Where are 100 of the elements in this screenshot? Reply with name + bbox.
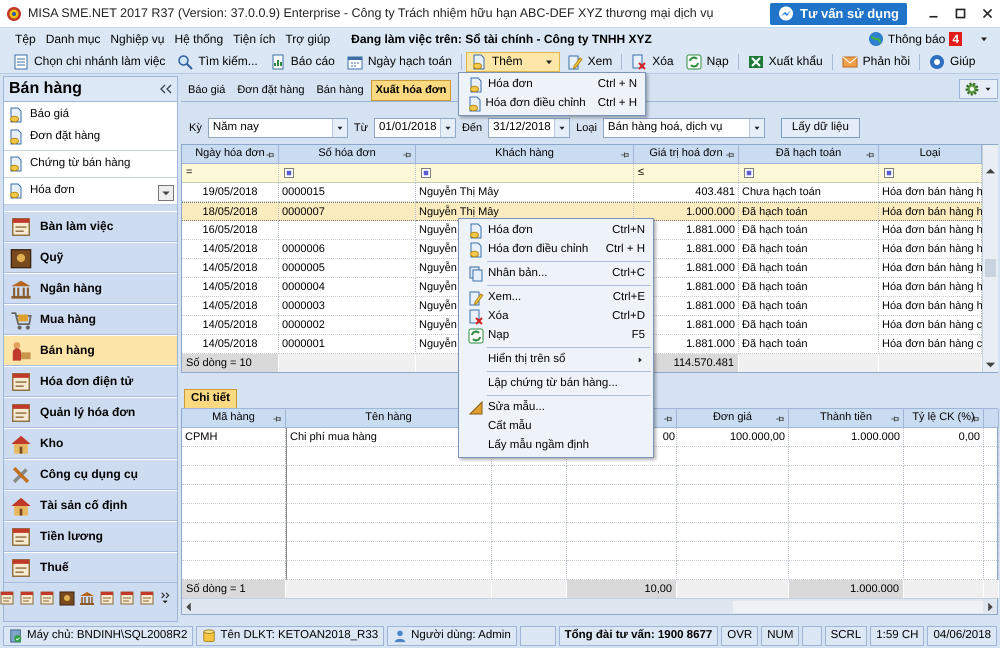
column-header[interactable]: Thành tiền [789,409,904,428]
column-header[interactable]: Tỷ lệ CK (%) [904,409,984,428]
module-item[interactable]: Bán hàng [4,335,177,366]
column-header[interactable]: Số hóa đơn [279,145,416,164]
field-label: Loại [576,121,597,136]
tab[interactable]: Đơn đặt hàng [232,80,310,101]
shortcut-item[interactable]: Báo giá [4,104,177,126]
module-item[interactable]: Ngân hàng [4,273,177,304]
table-cell: Đã hạch toán [739,240,879,259]
table-cell: 1.000.000 [634,202,739,221]
table-cell: CPMH [182,428,286,447]
shortcut-item[interactable]: Chứng từ bán hàng [4,153,177,175]
table-cell: 14/05/2018 [182,240,279,259]
tab[interactable]: Xuất hóa đơn [370,80,452,101]
table-cell: 18/05/2018 [182,202,279,221]
fetch-data-button[interactable]: Lấy dữ liệu [780,118,860,138]
field-label: Đến [462,121,482,136]
column-header[interactable]: Khách hàng [416,145,634,164]
summary-cell: 1.000.000 [789,580,904,598]
date-field[interactable]: 31/12/2018 [488,118,570,138]
toolbar-button[interactable]: Xóa [626,52,679,72]
menu-item[interactable]: Tiện ích [228,32,280,46]
table-cell: Đã hạch toán [739,202,879,221]
toolbar-button[interactable]: Chọn chi nhánh làm việc [8,52,170,72]
table-cell: Hóa đơn bán hàng h [879,202,982,221]
status-panel: OVR [721,626,758,646]
menu-item[interactable]: Hóa đơn điều chỉnh Ctrl + H [461,94,643,113]
module-item[interactable]: Bàn làm việc [4,211,177,242]
filter-operator[interactable]: = [186,166,192,180]
tab[interactable]: Chi tiết [184,389,237,408]
column-header[interactable]: Giá trị hoá đơn [634,145,739,164]
column-header[interactable]: Ngày hóa đơn [182,145,279,164]
status-panel: SCRL [824,626,868,646]
toolbar-button[interactable]: Phản hồi [836,52,916,72]
status-panel: Người dùng: Admin [387,626,517,646]
table-cell: Đã hạch toán [739,297,879,316]
toolbar-button[interactable]: Báo cáo [264,52,340,72]
module-item[interactable]: Tiền lương [4,521,177,552]
field-label: Từ [354,121,368,136]
module-item[interactable]: Công cụ dụng cụ [4,459,177,490]
module-item[interactable]: Kho [4,428,177,459]
table-cell: 100.000,00 [677,428,789,447]
tab[interactable]: Báo giá [183,80,230,101]
table-cell: 14/05/2018 [182,316,279,335]
menu-item[interactable]: Hệ thống [169,32,228,46]
status-panel: Máy chủ: BNDINH\SQL2008R2 [3,626,194,646]
table-cell: 16/05/2018 [182,221,279,240]
filter-operator[interactable]: ≤ [638,166,644,180]
column-header[interactable]: Đơn giá [677,409,789,428]
toolbar-button[interactable]: Ngày hạch toán [342,52,457,72]
module-item[interactable]: Mua hàng [4,304,177,335]
module-item[interactable]: Quỹ [4,242,177,273]
toolbar-button[interactable]: Nạp [680,52,734,72]
status-panel: 1:59 CH [870,626,924,646]
help-chat-button[interactable]: Tư vấn sử dụng [770,2,907,24]
column-header[interactable]: Loại [879,145,982,164]
table-cell: 0000002 [279,316,416,335]
shortcut-item[interactable]: Đơn đặt hàng [4,126,177,148]
table-cell: 0000005 [279,259,416,278]
menu-item[interactable]: Nghiệp vụ [105,32,170,46]
menu-item[interactable]: Hóa đơn Ctrl + N [461,75,643,94]
table-cell: Đã hạch toán [739,221,879,240]
type-dropdown[interactable]: Bán hàng hoá, dịch vụ [602,118,765,138]
hotline-panel: Tổng đài tư vấn: 1900 8677 [558,626,718,646]
menu-item[interactable]: Danh mục [40,32,106,46]
table-cell: 0000006 [279,240,416,259]
column-header[interactable]: Đã hạch toán [739,145,879,164]
menu-item[interactable]: Lập chứng từ bán hàng... [461,374,651,393]
sidebar-title: Bán hàng [9,79,82,99]
toolbar-button[interactable]: Tìm kiếm... [172,52,263,72]
column-header[interactable]: Mã hàng [182,409,286,428]
module-item[interactable]: Quản lý hóa đơn [4,397,177,428]
date-field[interactable]: 01/01/2018 [374,118,456,138]
summary-cell: Số dòng = 1 [182,580,286,598]
tab[interactable]: Bán hàng [311,80,369,101]
module-item[interactable]: Tài sản cố định [4,490,177,521]
working-context-label: Đang làm việc trên: Sổ tài chính - Công ty TNHH XYZ [351,32,652,46]
notifications-link[interactable]: Thông báo [888,32,946,46]
toolbar-button[interactable]: Xem [562,52,618,72]
table-cell: 1.000.000 [789,428,904,447]
module-item[interactable]: Hóa đơn điện tử [4,366,177,397]
table-cell: Đã hạch toán [739,316,879,335]
module-item[interactable]: Thuế [4,552,177,583]
table-cell: 0,00 [904,428,984,447]
table-cell: 0000004 [279,278,416,297]
table-cell: 14/05/2018 [182,278,279,297]
menu-item[interactable]: Tệp [10,32,41,46]
status-panel: Tên DLKT: KETOAN2018_R33 [196,626,384,646]
period-dropdown[interactable]: Năm nay [208,118,348,138]
table-cell: 14/05/2018 [182,297,279,316]
toolbar-button[interactable]: Xuất khẩu [742,52,828,72]
status-panel: NUM [761,626,800,646]
notification-count: 4 [949,32,962,46]
summary-cell: 10,00 [567,580,677,598]
table-cell: 0000003 [279,297,416,316]
toolbar-button[interactable]: Giúp [924,52,980,72]
menu-item[interactable]: Trợ giúp [280,32,336,46]
add-dropdown-button[interactable]: Thêm [466,52,560,72]
summary-cell: Số dòng = 10 [182,354,279,372]
status-panel: 04/06/2018 [927,626,997,646]
